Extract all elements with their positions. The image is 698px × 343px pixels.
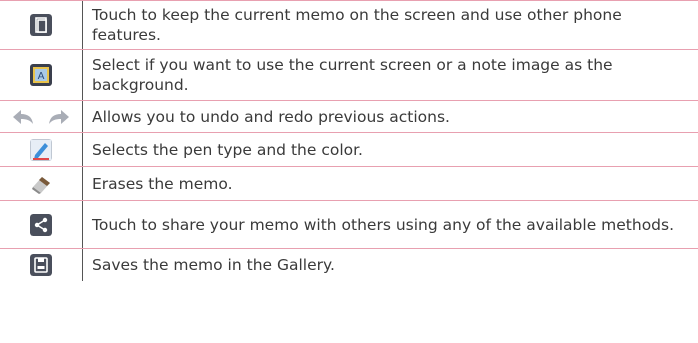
undo-redo-icons bbox=[12, 109, 70, 125]
row-description: Touch to share your memo with others usi… bbox=[83, 201, 698, 248]
table-row: Touch to share your memo with others usi… bbox=[0, 201, 698, 249]
icon-cell bbox=[0, 167, 83, 200]
icon-cell: A bbox=[0, 50, 83, 100]
multitask-window-icon bbox=[30, 14, 52, 36]
table-row: Touch to keep the current memo on the sc… bbox=[0, 0, 698, 50]
row-description: Allows you to undo and redo previous act… bbox=[83, 101, 698, 132]
table-row: Saves the memo in the Gallery. bbox=[0, 249, 698, 281]
table-row: Selects the pen type and the color. bbox=[0, 133, 698, 167]
row-text: Selects the pen type and the color. bbox=[92, 140, 363, 159]
icon-cell bbox=[0, 1, 83, 49]
svg-text:A: A bbox=[38, 71, 45, 82]
icon-cell bbox=[0, 133, 83, 166]
icon-cell bbox=[0, 249, 83, 281]
eraser-icon bbox=[30, 172, 52, 195]
icon-description-table: Touch to keep the current memo on the sc… bbox=[0, 0, 698, 281]
row-text: Touch to keep the current memo on the sc… bbox=[92, 6, 622, 44]
row-text: Erases the memo. bbox=[92, 174, 233, 193]
row-text: Select if you want to use the current sc… bbox=[92, 56, 613, 94]
redo-icon bbox=[49, 109, 69, 124]
row-description: Touch to keep the current memo on the sc… bbox=[83, 1, 698, 49]
row-text: Touch to share your memo with others usi… bbox=[92, 215, 675, 234]
row-text: Saves the memo in the Gallery. bbox=[92, 256, 335, 274]
icon-cell bbox=[0, 101, 83, 132]
row-description: Select if you want to use the current sc… bbox=[83, 50, 698, 100]
pen-icon bbox=[30, 138, 52, 161]
share-icon bbox=[30, 213, 52, 236]
table-row: Erases the memo. bbox=[0, 167, 698, 201]
row-text: Allows you to undo and redo previous act… bbox=[92, 107, 450, 126]
row-description: Erases the memo. bbox=[83, 167, 698, 200]
table-row: Allows you to undo and redo previous act… bbox=[0, 101, 698, 133]
table-row: A Select if you want to use the current … bbox=[0, 50, 698, 101]
icon-cell bbox=[0, 201, 83, 248]
row-description: Selects the pen type and the color. bbox=[83, 133, 698, 166]
background-image-icon: A bbox=[30, 64, 52, 86]
undo-icon bbox=[13, 109, 33, 124]
save-icon bbox=[30, 254, 52, 276]
row-description: Saves the memo in the Gallery. bbox=[83, 249, 698, 281]
